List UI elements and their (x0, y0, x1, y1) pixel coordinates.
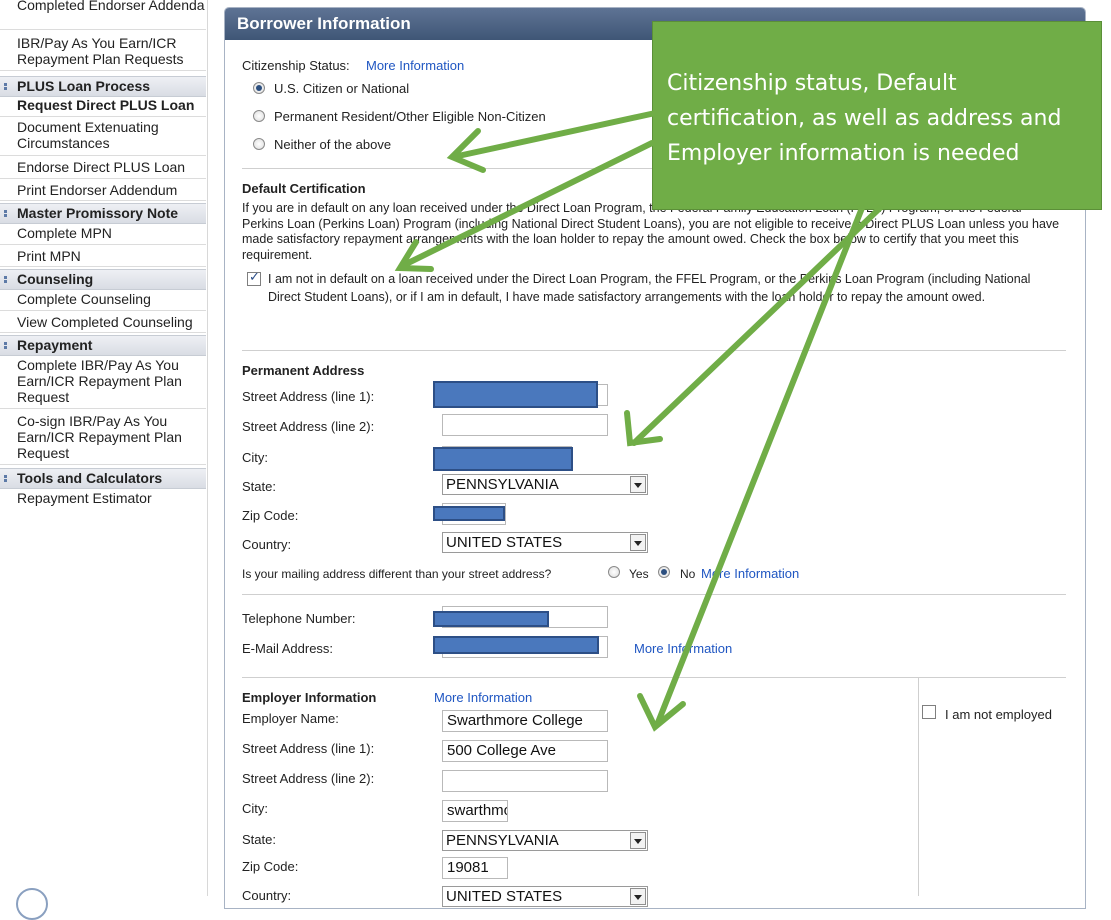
arrow-to-employer (654, 205, 865, 728)
arrow-to-citizenship (455, 109, 663, 159)
annotation-arrows (394, 109, 883, 732)
arrow-to-address (631, 205, 883, 446)
arrow-to-default-cert (401, 140, 655, 268)
arrowhead-icon (624, 410, 663, 447)
